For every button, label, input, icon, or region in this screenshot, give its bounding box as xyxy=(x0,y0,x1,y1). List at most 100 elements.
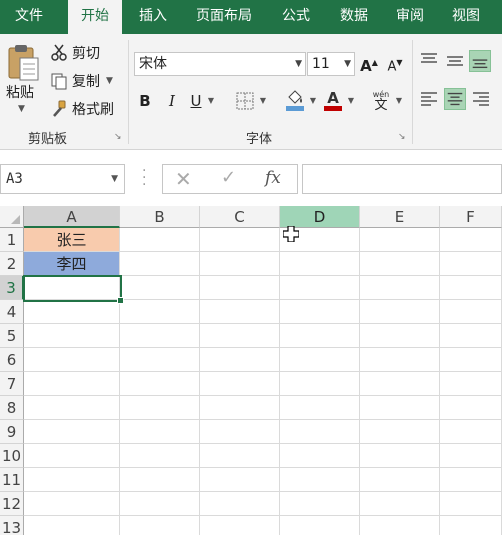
cell-b6[interactable] xyxy=(120,348,200,372)
cell-a6[interactable] xyxy=(24,348,120,372)
cell-e12[interactable] xyxy=(360,492,440,516)
cell-c4[interactable] xyxy=(200,300,280,324)
borders-icon[interactable] xyxy=(236,92,254,110)
cell-c13[interactable] xyxy=(200,516,280,535)
cell-a12[interactable] xyxy=(24,492,120,516)
cell-d5[interactable] xyxy=(280,324,360,348)
cell-f3[interactable] xyxy=(440,276,502,300)
cell-d3[interactable] xyxy=(280,276,360,300)
cell-b3[interactable] xyxy=(120,276,200,300)
cell-a5[interactable] xyxy=(24,324,120,348)
cell-e8[interactable] xyxy=(360,396,440,420)
column-header-d[interactable]: D xyxy=(280,206,360,228)
chevron-down-icon[interactable]: ▼ xyxy=(106,76,113,86)
row-header-8[interactable]: 8 xyxy=(0,396,24,420)
chevron-down-icon[interactable]: ▼ xyxy=(206,90,216,112)
column-header-a[interactable]: A xyxy=(24,206,120,228)
row-header-9[interactable]: 9 xyxy=(0,420,24,444)
row-header-2[interactable]: 2 xyxy=(0,252,24,276)
cell-d13[interactable] xyxy=(280,516,360,535)
cell-d4[interactable] xyxy=(280,300,360,324)
tab-data[interactable]: 数据 xyxy=(328,0,380,34)
align-bottom-icon[interactable] xyxy=(469,50,491,72)
chevron-down-icon[interactable]: ▼ xyxy=(308,90,318,112)
cell-d12[interactable] xyxy=(280,492,360,516)
cell-b8[interactable] xyxy=(120,396,200,420)
cell-f4[interactable] xyxy=(440,300,502,324)
underline-button[interactable]: U xyxy=(188,90,204,112)
row-header-12[interactable]: 12 xyxy=(0,492,24,516)
chevron-down-icon[interactable]: ▼ xyxy=(394,90,404,112)
enter-icon[interactable]: ✓ xyxy=(221,167,236,188)
cell-b5[interactable] xyxy=(120,324,200,348)
row-header-7[interactable]: 7 xyxy=(0,372,24,396)
cell-f12[interactable] xyxy=(440,492,502,516)
chevron-down-icon[interactable]: ▼ xyxy=(346,90,356,112)
formula-input[interactable] xyxy=(302,164,502,194)
paste-button-label[interactable]: 粘贴 xyxy=(6,82,34,102)
row-header-5[interactable]: 5 xyxy=(0,324,24,348)
name-box[interactable]: A3 ▼ xyxy=(0,164,125,194)
cell-e10[interactable] xyxy=(360,444,440,468)
cell-b13[interactable] xyxy=(120,516,200,535)
cell-c10[interactable] xyxy=(200,444,280,468)
cell-c6[interactable] xyxy=(200,348,280,372)
cell-d2[interactable] xyxy=(280,252,360,276)
cell-c5[interactable] xyxy=(200,324,280,348)
copy-button[interactable]: 复制 ▼ xyxy=(50,70,113,92)
increase-font-size-button[interactable]: A▲ xyxy=(360,52,378,75)
cell-c7[interactable] xyxy=(200,372,280,396)
bold-button[interactable]: B xyxy=(136,90,154,112)
cell-b9[interactable] xyxy=(120,420,200,444)
chevron-down-icon[interactable]: ▼ xyxy=(18,104,25,114)
cell-d9[interactable] xyxy=(280,420,360,444)
cell-f11[interactable] xyxy=(440,468,502,492)
cell-f10[interactable] xyxy=(440,444,502,468)
cell-e2[interactable] xyxy=(360,252,440,276)
font-name-combobox[interactable]: 宋体 ▼ xyxy=(134,52,306,76)
tab-page-layout[interactable]: 页面布局 xyxy=(184,0,264,34)
cell-c3[interactable] xyxy=(200,276,280,300)
cell-e6[interactable] xyxy=(360,348,440,372)
cell-f5[interactable] xyxy=(440,324,502,348)
tab-file[interactable]: 文件 xyxy=(0,0,58,34)
cell-e4[interactable] xyxy=(360,300,440,324)
align-center-icon[interactable] xyxy=(444,88,466,110)
row-header-11[interactable]: 11 xyxy=(0,468,24,492)
cell-e3[interactable] xyxy=(360,276,440,300)
cell-c11[interactable] xyxy=(200,468,280,492)
row-header-3[interactable]: 3 xyxy=(0,276,24,300)
cell-c12[interactable] xyxy=(200,492,280,516)
cell-d8[interactable] xyxy=(280,396,360,420)
row-header-13[interactable]: 13 xyxy=(0,516,24,535)
paste-icon[interactable] xyxy=(6,42,40,82)
cell-a8[interactable] xyxy=(24,396,120,420)
align-top-icon[interactable] xyxy=(418,50,440,72)
tab-review[interactable]: 审阅 xyxy=(384,0,436,34)
align-middle-icon[interactable] xyxy=(444,50,466,72)
cell-d6[interactable] xyxy=(280,348,360,372)
cell-a9[interactable] xyxy=(24,420,120,444)
cell-f7[interactable] xyxy=(440,372,502,396)
resize-handle-icon[interactable]: · · · xyxy=(142,164,146,192)
cell-f6[interactable] xyxy=(440,348,502,372)
cut-button[interactable]: 剪切 xyxy=(50,42,100,64)
chevron-down-icon[interactable]: ▼ xyxy=(111,165,118,193)
cell-f8[interactable] xyxy=(440,396,502,420)
decrease-font-size-button[interactable]: A▼ xyxy=(386,52,404,74)
column-header-c[interactable]: C xyxy=(200,206,280,228)
column-header-e[interactable]: E xyxy=(360,206,440,228)
align-left-icon[interactable] xyxy=(418,88,440,110)
cell-a10[interactable] xyxy=(24,444,120,468)
cell-b7[interactable] xyxy=(120,372,200,396)
cell-e5[interactable] xyxy=(360,324,440,348)
cell-a11[interactable] xyxy=(24,468,120,492)
cancel-icon[interactable]: ✕ xyxy=(175,167,192,191)
row-header-10[interactable]: 10 xyxy=(0,444,24,468)
cell-c2[interactable] xyxy=(200,252,280,276)
cell-a1[interactable]: 张三 xyxy=(24,228,120,252)
cell-b11[interactable] xyxy=(120,468,200,492)
row-header-4[interactable]: 4 xyxy=(0,300,24,324)
row-header-1[interactable]: 1 xyxy=(0,228,24,252)
italic-button[interactable]: I xyxy=(164,90,180,112)
